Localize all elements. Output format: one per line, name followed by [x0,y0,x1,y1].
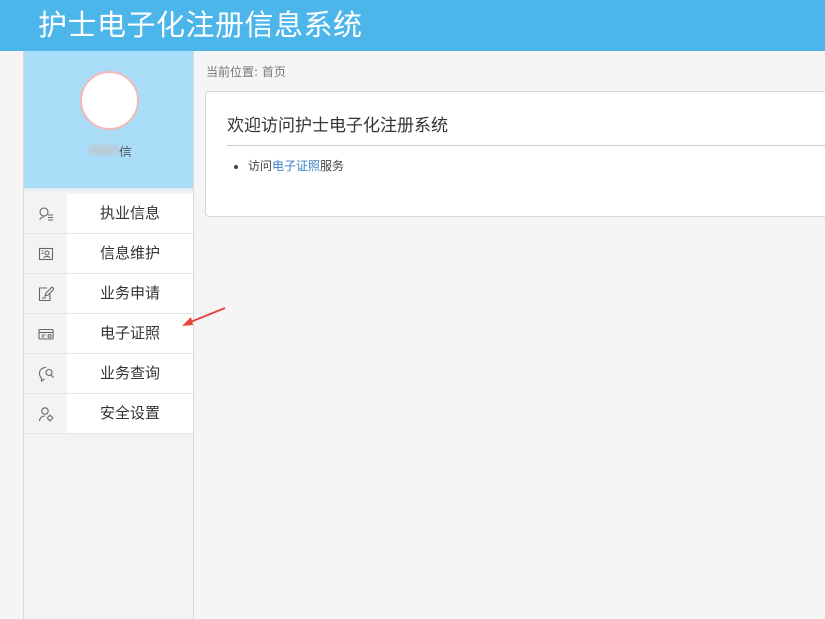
sidebar-item-business-query[interactable]: 业务查询 [24,354,193,394]
e-license-icon [24,314,67,353]
list-item: 访问电子证照服务 [248,158,344,174]
sidebar: 信 执业信息 信息维护 业务申请 电子证照 业务查询 安全设置 [23,51,194,619]
sidebar-item-security[interactable]: 安全设置 [24,394,193,434]
welcome-panel: 欢迎访问护士电子化注册系统 访问电子证照服务 [205,91,825,217]
sidebar-item-label: 信息维护 [99,244,160,262]
sidebar-item-info-maintenance[interactable]: 信息维护 [24,234,193,274]
sidebar-menu: 执业信息 信息维护 业务申请 电子证照 业务查询 安全设置 [24,194,193,434]
sidebar-item-e-license[interactable]: 电子证照 [24,314,193,354]
query-icon [24,354,67,393]
username: 信 [88,142,132,157]
sidebar-item-label: 执业信息 [99,204,160,222]
sidebar-item-practice-info[interactable]: 执业信息 [24,194,193,234]
sidebar-item-label: 业务查询 [99,364,160,382]
welcome-title: 欢迎访问护士电子化注册系统 [227,116,448,136]
edit-form-icon [24,274,67,313]
e-license-link[interactable]: 电子证照 [272,159,320,173]
sidebar-item-label: 电子证照 [99,324,160,342]
sidebar-item-business-apply[interactable]: 业务申请 [24,274,193,314]
security-user-icon [24,394,67,433]
avatar[interactable] [80,71,139,130]
sidebar-item-label: 业务申请 [99,284,160,302]
username-redaction [88,145,118,155]
list-item-prefix: 访问 [248,159,273,173]
user-profile: 信 [24,51,193,191]
annotation-arrow-icon [182,307,226,326]
practice-info-icon [24,194,67,233]
list-item-suffix: 服务 [320,159,345,173]
sidebar-item-label: 安全设置 [99,404,160,422]
welcome-list: 访问电子证照服务 [248,158,344,174]
header-bar: 护士电子化注册信息系统 [0,0,825,51]
id-card-icon [24,234,67,273]
app-title: 护士电子化注册信息系统 [38,8,363,42]
breadcrumb: 当前位置: 首页 [206,65,286,79]
divider [227,145,825,146]
